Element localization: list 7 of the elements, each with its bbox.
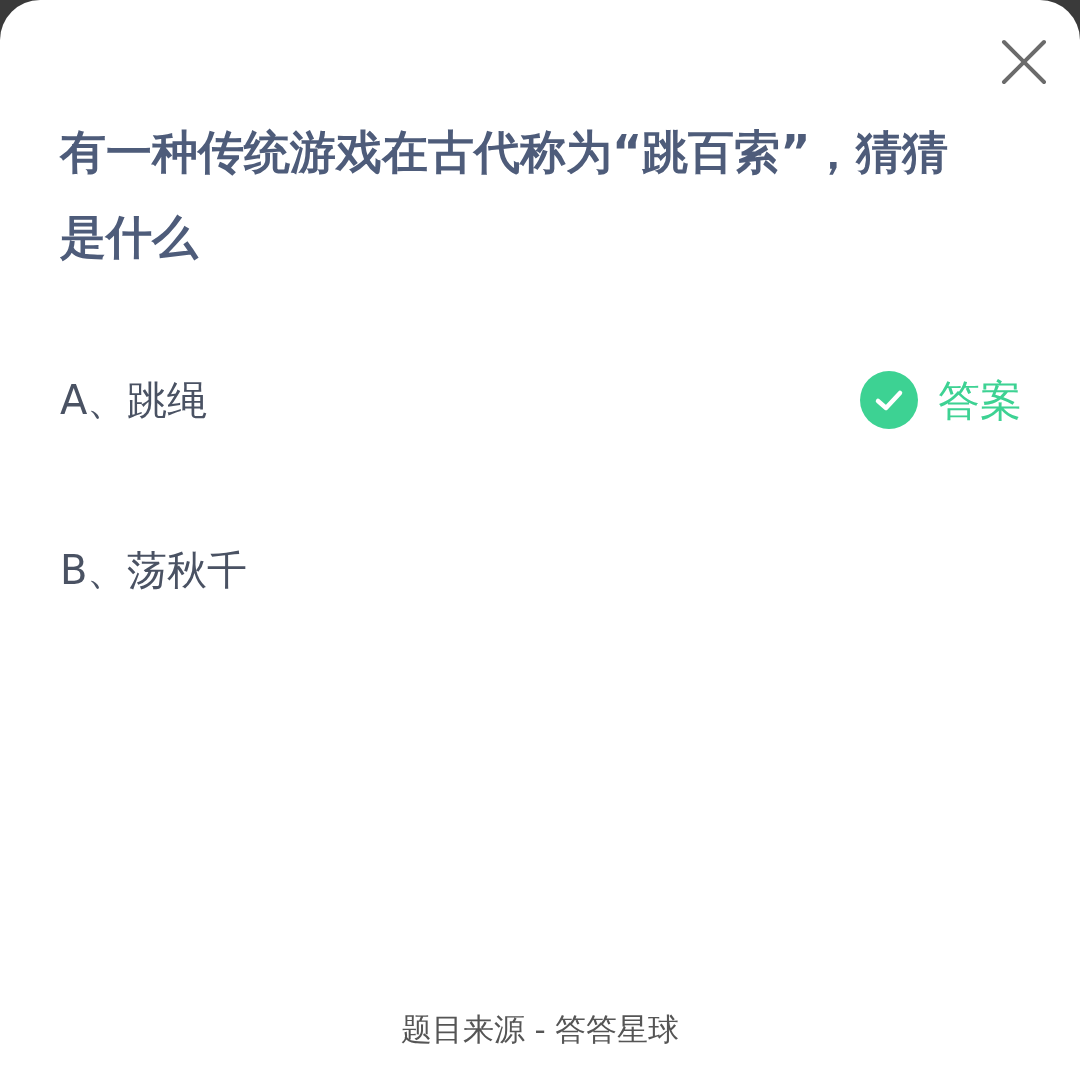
close-icon (1001, 39, 1047, 85)
check-icon (860, 371, 918, 429)
question-text: 有一种传统游戏在古代称为“跳百索”，猜猜是什么 (60, 124, 950, 266)
answer-label: 答案 (938, 374, 1022, 427)
option-text[interactable]: A、跳绳 (60, 370, 208, 430)
source-text: 题目来源 - 答答星球 (400, 1009, 680, 1049)
option-text[interactable]: B、荡秋千 (60, 540, 248, 600)
